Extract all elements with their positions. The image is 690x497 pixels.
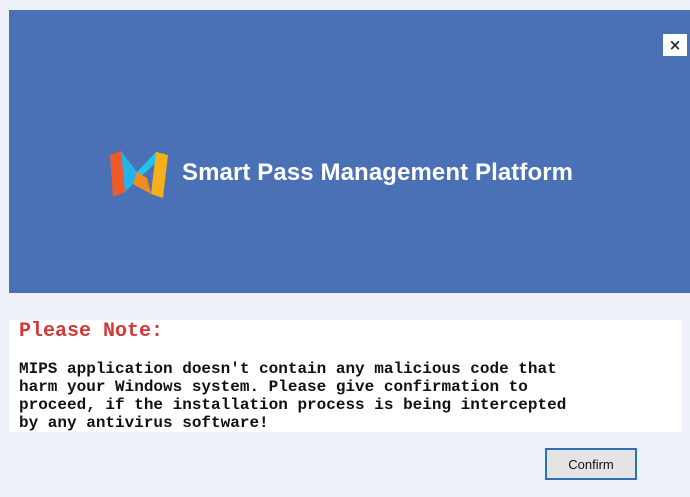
m-logo-icon bbox=[110, 151, 168, 198]
confirm-button[interactable]: Confirm bbox=[545, 448, 637, 480]
installer-dialog: × Smart Pass Management Platform Please … bbox=[0, 0, 690, 497]
close-button[interactable]: × bbox=[663, 34, 687, 56]
notice-message: MIPS application doesn't contain any mal… bbox=[19, 360, 567, 432]
header-banner: × Smart Pass Management Platform bbox=[9, 10, 690, 293]
notice-heading: Please Note: bbox=[19, 320, 164, 343]
app-title: Smart Pass Management Platform bbox=[182, 159, 574, 186]
brand: Smart Pass Management Platform bbox=[102, 143, 573, 203]
close-icon: × bbox=[668, 36, 682, 54]
notice-box: Please Note: MIPS application doesn't co… bbox=[9, 320, 682, 432]
